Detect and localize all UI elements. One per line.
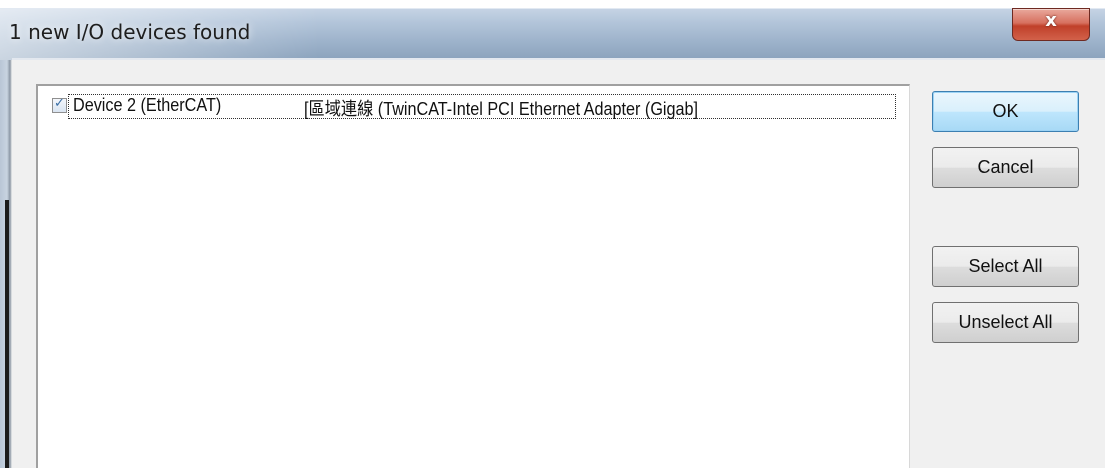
device-checkbox[interactable]: ✓ <box>52 96 67 113</box>
window-title: 1 new I/O devices found <box>9 20 251 44</box>
device-adapter: [區域連線 (TwinCAT-Intel PCI Ethernet Adapte… <box>304 99 699 119</box>
list-item-device-2[interactable]: ✓ Device 2 (EtherCAT) [區域連線 (TwinCAT-Int… <box>46 92 902 120</box>
select-all-button[interactable]: Select All <box>932 246 1079 287</box>
cancel-button[interactable]: Cancel <box>932 147 1079 188</box>
device-list[interactable]: ✓ Device 2 (EtherCAT) [區域連線 (TwinCAT-Int… <box>36 84 910 468</box>
close-icon: x <box>1045 10 1057 31</box>
check-icon: ✓ <box>54 96 65 111</box>
background-window-edge <box>5 200 9 468</box>
client-top-border <box>12 58 1105 60</box>
new-io-devices-dialog: 1 new I/O devices found x ✓ Device 2 (Et… <box>0 0 1105 468</box>
ok-button[interactable]: OK <box>932 91 1079 132</box>
close-button[interactable]: x <box>1012 8 1090 41</box>
device-name: Device 2 (EtherCAT) <box>73 95 222 115</box>
title-bar[interactable]: 1 new I/O devices found x <box>0 0 1105 60</box>
unselect-all-button[interactable]: Unselect All <box>932 302 1079 343</box>
